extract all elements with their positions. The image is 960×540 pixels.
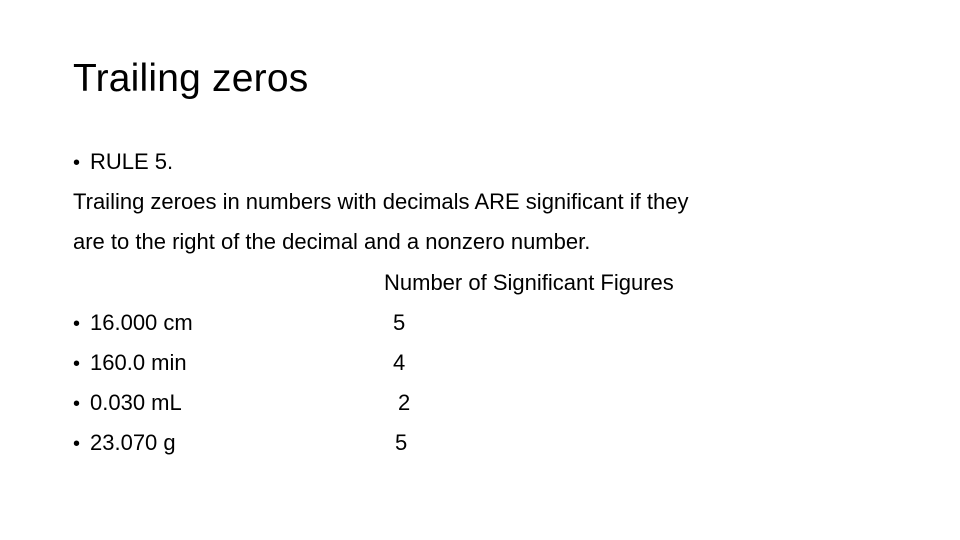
slide-title: Trailing zeros	[73, 57, 309, 100]
example-sig-figs: 2	[398, 390, 411, 415]
example-value: 160.0 min	[73, 349, 187, 378]
example-value: 23.070 g	[73, 429, 176, 458]
sig-figs-column-header: Number of Significant Figures	[384, 270, 674, 295]
example-value: 16.000 cm	[73, 309, 193, 338]
rule-label: RULE 5.	[90, 149, 174, 174]
example-value: 0.030 mL	[73, 389, 182, 418]
rule-description-line-1: Trailing zeroes in numbers with decimals…	[73, 189, 689, 214]
example-value-text: 16.000 cm	[90, 310, 193, 335]
example-value-text: 0.030 mL	[90, 390, 182, 415]
rule-bullet: RULE 5.	[73, 148, 173, 177]
example-value-text: 23.070 g	[90, 430, 176, 455]
example-sig-figs: 4	[393, 350, 406, 375]
example-sig-figs: 5	[395, 430, 408, 455]
example-value-text: 160.0 min	[90, 350, 187, 375]
slide: Trailing zeros RULE 5. Trailing zeroes i…	[0, 0, 960, 540]
example-sig-figs: 5	[393, 310, 406, 335]
rule-description-line-2: are to the right of the decimal and a no…	[73, 229, 591, 254]
